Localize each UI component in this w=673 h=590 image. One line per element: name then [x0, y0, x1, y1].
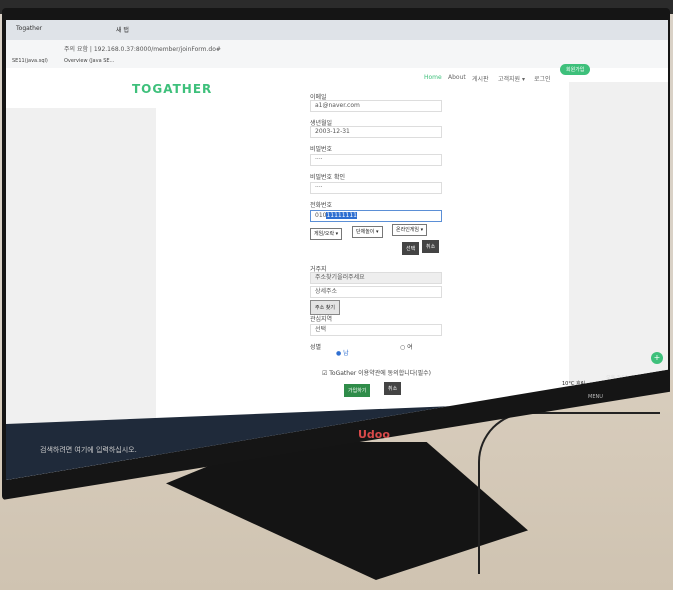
gender-label: 성별 [310, 344, 322, 351]
monitor-cable [478, 412, 660, 574]
address-detail-field[interactable]: 상세주소 [310, 286, 442, 298]
join-button[interactable]: 가입하기 [344, 384, 371, 397]
taskbar-weather: 10°C 흐림 [562, 381, 586, 387]
category-dropdown-2[interactable]: 단체놀이 ▾ [352, 226, 383, 238]
taskbar-search-input[interactable]: 검색하려면 여기에 입력하십시오. [40, 445, 137, 455]
password-label: 비밀번호 [310, 146, 333, 153]
nav-about[interactable]: About [448, 74, 466, 81]
gender-male-radio[interactable]: ● 남 [336, 348, 349, 357]
category-dropdown-1[interactable]: 게임/오락 ▾ [310, 228, 343, 240]
nav-board[interactable]: 게시판 [472, 74, 489, 83]
gender-female-radio[interactable]: ○ 여 [400, 342, 413, 351]
password-confirm-label: 비밀번호 확인 [310, 174, 346, 181]
monitor-menu-button[interactable]: MENU [588, 394, 603, 400]
phone-label: 전화번호 [310, 202, 333, 209]
bookmark-2[interactable]: Overview (Java SE... [64, 58, 114, 64]
select-button[interactable]: 선택 [402, 242, 420, 255]
region-select[interactable]: 선택 [310, 324, 442, 336]
email-field[interactable]: a1@naver.com [310, 100, 442, 112]
cancel-small-button[interactable]: 취소 [422, 240, 440, 253]
site-logo[interactable]: TOGATHER [132, 82, 212, 96]
birth-date-field[interactable]: 2003-12-31 [310, 126, 442, 138]
phone-prefix: 010 [315, 212, 327, 219]
floating-plus-button[interactable]: + [651, 352, 663, 364]
address-field[interactable]: 주소찾기을러주세요 [310, 272, 442, 284]
password-confirm-field[interactable]: ···· [310, 182, 442, 194]
password-field[interactable]: ···· [310, 154, 442, 166]
browser-tab-bar [6, 20, 668, 40]
phone-field[interactable]: 01011111111 [310, 210, 442, 222]
cancel-button[interactable]: 취소 [384, 382, 402, 395]
nav-login[interactable]: 로그인 [534, 74, 551, 83]
find-address-button[interactable]: 주소 찾기 [310, 300, 340, 315]
agree-checkbox[interactable]: ☑ ToGather 이용약관에 동의합니다(필수) [322, 368, 431, 377]
taskbar-clock: 오후 3:01 2022-04-18 [606, 375, 659, 381]
nav-home[interactable]: Home [424, 74, 442, 81]
bookmark-1[interactable]: SE11(java.sql) [12, 58, 48, 64]
browser-tab-new[interactable]: 새 탭 [116, 25, 129, 34]
signup-button[interactable]: 회원가입 [560, 64, 591, 75]
browser-tab-togather[interactable]: Togather [16, 25, 42, 32]
url-text[interactable]: 주의 요함 | 192.168.0.37:8000/member/joinFor… [64, 44, 221, 53]
category-dropdown-3[interactable]: 온라인게임 ▾ [392, 224, 428, 236]
phone-selected-text: 11111111 [326, 212, 357, 219]
nav-support[interactable]: 고객지원 ▾ [498, 74, 525, 83]
region-label: 관심지역 [310, 316, 333, 323]
